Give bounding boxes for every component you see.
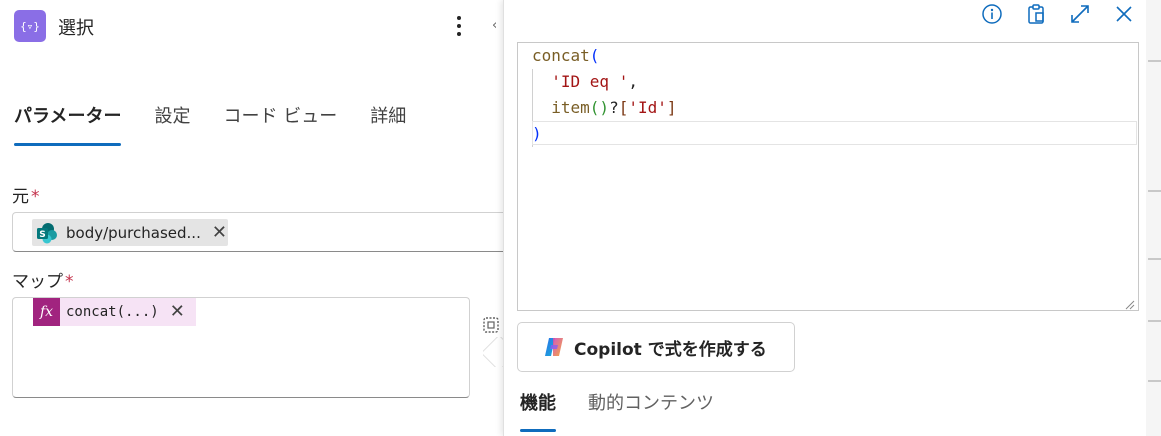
from-token[interactable]: S body/purchased... ✕ bbox=[32, 219, 228, 246]
divider bbox=[1148, 380, 1161, 382]
close-icon[interactable] bbox=[1112, 2, 1136, 26]
required-mark: * bbox=[31, 187, 40, 207]
insert-expression-icon[interactable] bbox=[480, 314, 502, 336]
clipboard-icon[interactable] bbox=[1024, 2, 1048, 26]
from-input[interactable]: S body/purchased... ✕ bbox=[12, 212, 512, 252]
svg-text:S: S bbox=[39, 230, 45, 240]
expand-icon[interactable] bbox=[1068, 2, 1092, 26]
sharepoint-icon: S bbox=[36, 222, 58, 244]
filter-braces-icon: {▿} bbox=[14, 10, 46, 42]
code-line-4: ) bbox=[532, 124, 542, 143]
map-token[interactable]: fx concat(...) ✕ bbox=[33, 298, 196, 326]
action-title: 選択 bbox=[58, 18, 94, 39]
action-panel: {▿} 選択 ‹ パラメーター 設定 コード ビュー 詳細 元 * S body… bbox=[0, 0, 512, 436]
divider bbox=[1148, 60, 1161, 62]
copilot-create-expression-button[interactable]: Copilot で式を作成する bbox=[517, 322, 795, 372]
expression-editor-panel: concat( 'ID eq ', item()?['Id'] ) Copilo… bbox=[503, 0, 1146, 436]
more-options-button[interactable] bbox=[448, 12, 470, 40]
map-label-text: マップ bbox=[12, 272, 63, 292]
svg-text:{▿}: {▿} bbox=[20, 20, 40, 33]
copilot-button-label: Copilot で式を作成する bbox=[574, 339, 767, 360]
tab-list: パラメーター 設定 コード ビュー 詳細 bbox=[14, 104, 439, 148]
remove-token-icon[interactable]: ✕ bbox=[170, 303, 185, 321]
collapse-chevron-icon[interactable]: ‹ bbox=[492, 18, 497, 33]
from-label-text: 元 bbox=[12, 187, 29, 207]
map-input[interactable]: fx concat(...) ✕ bbox=[12, 297, 470, 398]
tab-code-view[interactable]: コード ビュー bbox=[223, 104, 337, 146]
from-label: 元 * bbox=[12, 182, 40, 207]
dot-icon bbox=[457, 24, 461, 28]
tab-settings[interactable]: 設定 bbox=[154, 104, 190, 146]
dot-icon bbox=[457, 32, 461, 36]
background-canvas-strip bbox=[1146, 0, 1161, 436]
tab-parameters[interactable]: パラメーター bbox=[14, 104, 122, 146]
resize-grip-icon[interactable] bbox=[1123, 295, 1135, 310]
map-label: マップ * bbox=[12, 267, 74, 292]
editor-tab-list: 機能 動的コンテンツ bbox=[520, 392, 746, 432]
code-line-2: 'ID eq ', bbox=[551, 72, 638, 91]
tab-functions[interactable]: 機能 bbox=[520, 392, 556, 432]
map-token-text: concat(...) bbox=[66, 304, 159, 320]
expression-editor[interactable]: concat( 'ID eq ', item()?['Id'] ) bbox=[517, 42, 1139, 311]
remove-token-icon[interactable]: ✕ bbox=[212, 223, 227, 242]
code-line-3: item()?['Id'] bbox=[551, 98, 677, 117]
code-line-1: concat( bbox=[532, 46, 600, 65]
dot-icon bbox=[457, 16, 461, 20]
info-icon[interactable] bbox=[980, 2, 1004, 26]
callout-pointer bbox=[483, 337, 503, 367]
divider bbox=[1148, 320, 1161, 322]
tab-details[interactable]: 詳細 bbox=[370, 104, 406, 146]
divider bbox=[1148, 258, 1161, 260]
copilot-icon bbox=[542, 335, 566, 359]
from-token-text: body/purchased... bbox=[66, 223, 201, 242]
current-line-highlight bbox=[532, 121, 1137, 145]
divider bbox=[1148, 190, 1161, 192]
required-mark: * bbox=[65, 272, 74, 292]
fx-icon: fx bbox=[33, 298, 60, 326]
tab-dynamic-content[interactable]: 動的コンテンツ bbox=[588, 392, 714, 432]
